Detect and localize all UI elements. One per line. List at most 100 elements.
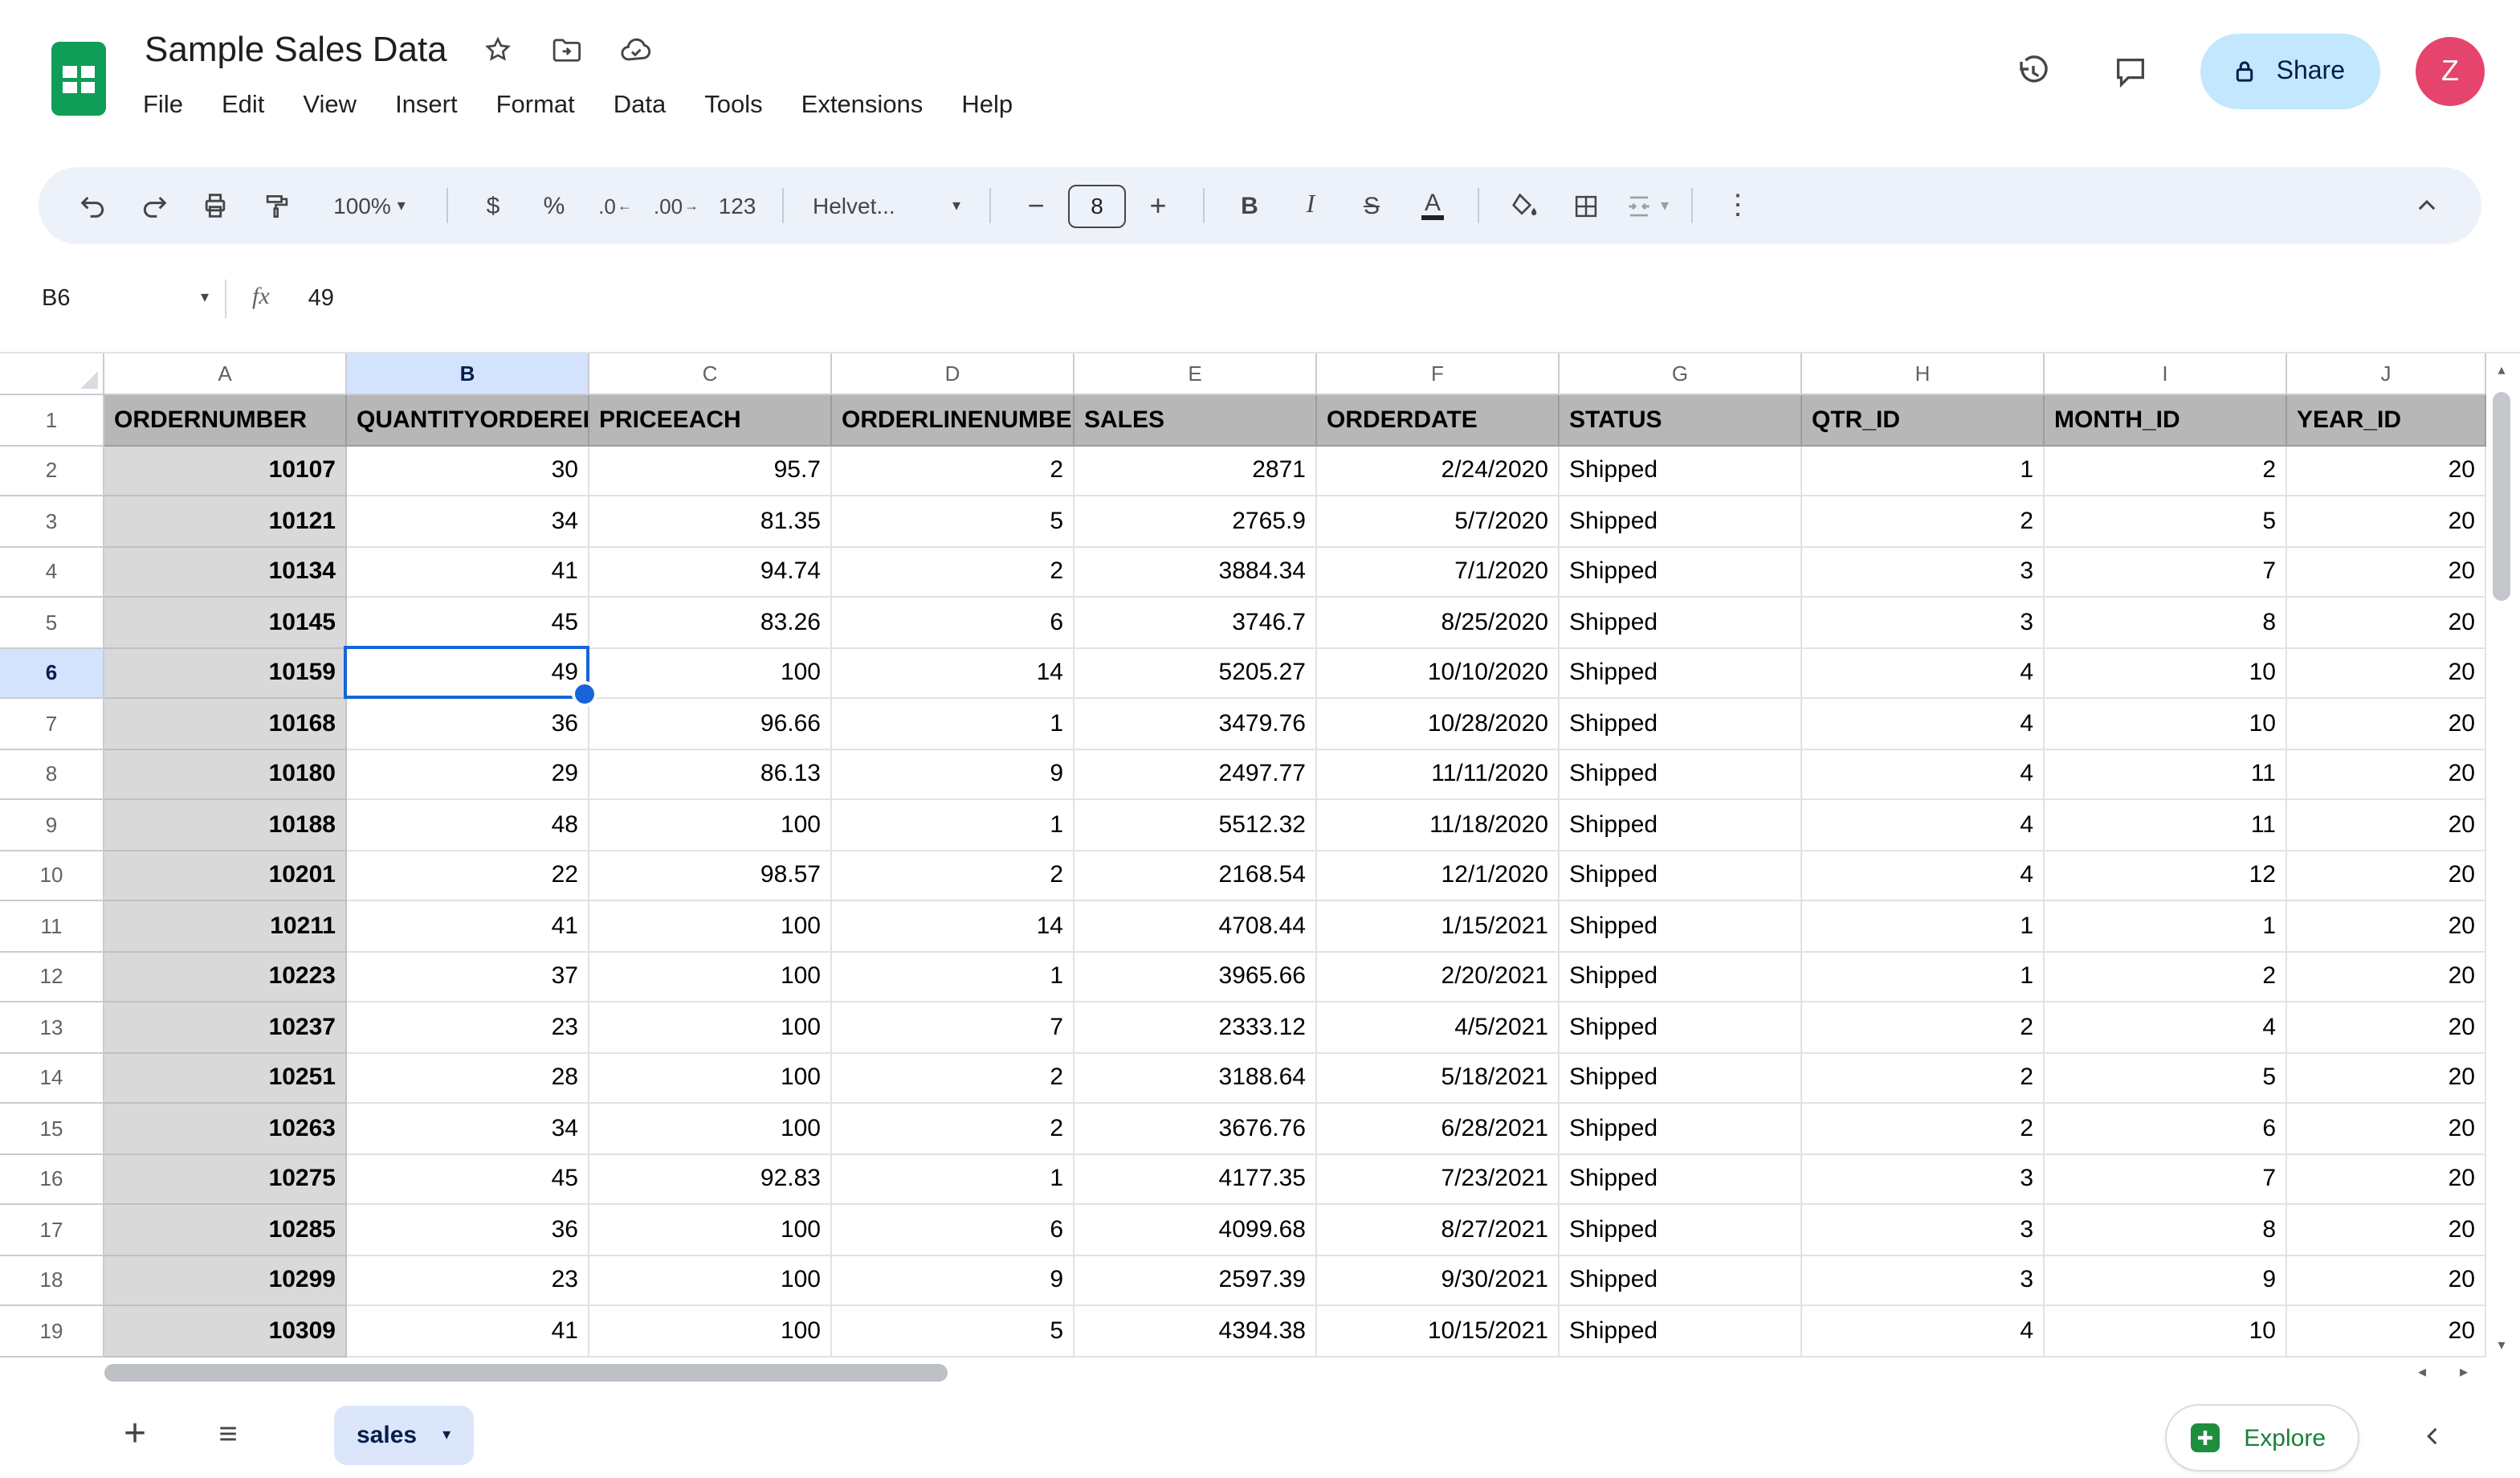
- cell-E6[interactable]: 5205.27: [1074, 648, 1317, 699]
- format-percent-button[interactable]: %: [525, 180, 583, 231]
- cell-C18[interactable]: 100: [589, 1255, 832, 1306]
- cell-J8[interactable]: 20: [2287, 749, 2486, 800]
- version-history-button[interactable]: [1999, 36, 2069, 107]
- column-header-B[interactable]: B: [347, 353, 589, 395]
- row-header-7[interactable]: 7: [0, 699, 104, 749]
- cell-E13[interactable]: 2333.12: [1074, 1002, 1317, 1053]
- cell-E7[interactable]: 3479.76: [1074, 699, 1317, 749]
- cell-B3[interactable]: 34: [347, 496, 589, 547]
- cell-C14[interactable]: 100: [589, 1053, 832, 1104]
- strikethrough-button[interactable]: S: [1343, 180, 1401, 231]
- cell-E16[interactable]: 4177.35: [1074, 1154, 1317, 1205]
- column-header-A[interactable]: A: [104, 353, 347, 395]
- cell-I4[interactable]: 7: [2045, 547, 2287, 598]
- cell-C9[interactable]: 100: [589, 800, 832, 851]
- cell-G11[interactable]: Shipped: [1560, 901, 1802, 952]
- menu-view[interactable]: View: [285, 84, 374, 129]
- cell-I9[interactable]: 11: [2045, 800, 2287, 851]
- cell-G9[interactable]: Shipped: [1560, 800, 1802, 851]
- cell-H18[interactable]: 3: [1802, 1255, 2045, 1306]
- cell-J16[interactable]: 20: [2287, 1154, 2486, 1205]
- cell-H3[interactable]: 2: [1802, 496, 2045, 547]
- column-header-E[interactable]: E: [1074, 353, 1317, 395]
- menu-tools[interactable]: Tools: [687, 84, 780, 129]
- increase-decimal-button[interactable]: .00 →: [647, 180, 705, 231]
- cell-A7[interactable]: 10168: [104, 699, 347, 749]
- cell-E3[interactable]: 2765.9: [1074, 496, 1317, 547]
- row-header-1[interactable]: 1: [0, 395, 104, 446]
- row-header-2[interactable]: 2: [0, 446, 104, 496]
- cell-B19[interactable]: 41: [347, 1306, 589, 1357]
- cell-J9[interactable]: 20: [2287, 800, 2486, 851]
- cell-D8[interactable]: 9: [832, 749, 1074, 800]
- cell-B17[interactable]: 36: [347, 1205, 589, 1255]
- cell-G16[interactable]: Shipped: [1560, 1154, 1802, 1205]
- cell-D5[interactable]: 6: [832, 598, 1074, 648]
- menu-help[interactable]: Help: [944, 84, 1030, 129]
- cell-I7[interactable]: 10: [2045, 699, 2287, 749]
- bold-button[interactable]: B: [1221, 180, 1278, 231]
- cell-F3[interactable]: 5/7/2020: [1317, 496, 1560, 547]
- cell-B6[interactable]: 49: [347, 648, 589, 699]
- decrease-decimal-button[interactable]: .0 ←: [586, 180, 644, 231]
- cell-B2[interactable]: 30: [347, 446, 589, 496]
- cell-J4[interactable]: 20: [2287, 547, 2486, 598]
- cell-I5[interactable]: 8: [2045, 598, 2287, 648]
- cell-A12[interactable]: 10223: [104, 952, 347, 1002]
- cell-G4[interactable]: Shipped: [1560, 547, 1802, 598]
- cell-I3[interactable]: 5: [2045, 496, 2287, 547]
- cell-G8[interactable]: Shipped: [1560, 749, 1802, 800]
- cell-B8[interactable]: 29: [347, 749, 589, 800]
- cell-E5[interactable]: 3746.7: [1074, 598, 1317, 648]
- cell-F12[interactable]: 2/20/2021: [1317, 952, 1560, 1002]
- cell-G10[interactable]: Shipped: [1560, 851, 1802, 901]
- formula-input[interactable]: 49: [308, 285, 2520, 311]
- cell-A14[interactable]: 10251: [104, 1053, 347, 1104]
- cell-A5[interactable]: 10145: [104, 598, 347, 648]
- scroll-up-button[interactable]: ▴: [2489, 357, 2514, 382]
- select-all-corner[interactable]: [0, 353, 104, 395]
- hide-menus-button[interactable]: [2398, 180, 2456, 231]
- cell-D17[interactable]: 6: [832, 1205, 1074, 1255]
- print-button[interactable]: [186, 180, 244, 231]
- cell-D9[interactable]: 1: [832, 800, 1074, 851]
- cell-H11[interactable]: 1: [1802, 901, 2045, 952]
- cell-I19[interactable]: 10: [2045, 1306, 2287, 1357]
- cell-C11[interactable]: 100: [589, 901, 832, 952]
- move-folder-icon[interactable]: [550, 33, 584, 67]
- cell-C4[interactable]: 94.74: [589, 547, 832, 598]
- cell-H12[interactable]: 1: [1802, 952, 2045, 1002]
- menu-file[interactable]: File: [125, 84, 201, 129]
- column-header-C[interactable]: C: [589, 353, 832, 395]
- cell-D10[interactable]: 2: [832, 851, 1074, 901]
- cell-A19[interactable]: 10309: [104, 1306, 347, 1357]
- row-header-8[interactable]: 8: [0, 749, 104, 800]
- cell-B11[interactable]: 41: [347, 901, 589, 952]
- cell-H14[interactable]: 2: [1802, 1053, 2045, 1104]
- cell-A1[interactable]: ORDERNUMBER: [104, 395, 347, 446]
- cell-I10[interactable]: 12: [2045, 851, 2287, 901]
- format-currency-button[interactable]: $: [464, 180, 522, 231]
- cell-A2[interactable]: 10107: [104, 446, 347, 496]
- cell-B7[interactable]: 36: [347, 699, 589, 749]
- horizontal-scrollbar[interactable]: ◂ ▸: [104, 1362, 2481, 1383]
- cell-F5[interactable]: 8/25/2020: [1317, 598, 1560, 648]
- cell-B18[interactable]: 23: [347, 1255, 589, 1306]
- row-header-17[interactable]: 17: [0, 1205, 104, 1255]
- vertical-scrollbar[interactable]: ▴ ▾: [2489, 357, 2514, 1358]
- cell-J10[interactable]: 20: [2287, 851, 2486, 901]
- cell-D12[interactable]: 1: [832, 952, 1074, 1002]
- increase-font-size-button[interactable]: +: [1129, 180, 1187, 231]
- cell-C16[interactable]: 92.83: [589, 1154, 832, 1205]
- cell-C5[interactable]: 83.26: [589, 598, 832, 648]
- row-header-4[interactable]: 4: [0, 547, 104, 598]
- cell-J18[interactable]: 20: [2287, 1255, 2486, 1306]
- fill-color-button[interactable]: [1495, 180, 1553, 231]
- cell-J7[interactable]: 20: [2287, 699, 2486, 749]
- cell-I17[interactable]: 8: [2045, 1205, 2287, 1255]
- row-header-10[interactable]: 10: [0, 851, 104, 901]
- cell-J14[interactable]: 20: [2287, 1053, 2486, 1104]
- column-header-I[interactable]: I: [2045, 353, 2287, 395]
- cell-E4[interactable]: 3884.34: [1074, 547, 1317, 598]
- redo-button[interactable]: [125, 180, 183, 231]
